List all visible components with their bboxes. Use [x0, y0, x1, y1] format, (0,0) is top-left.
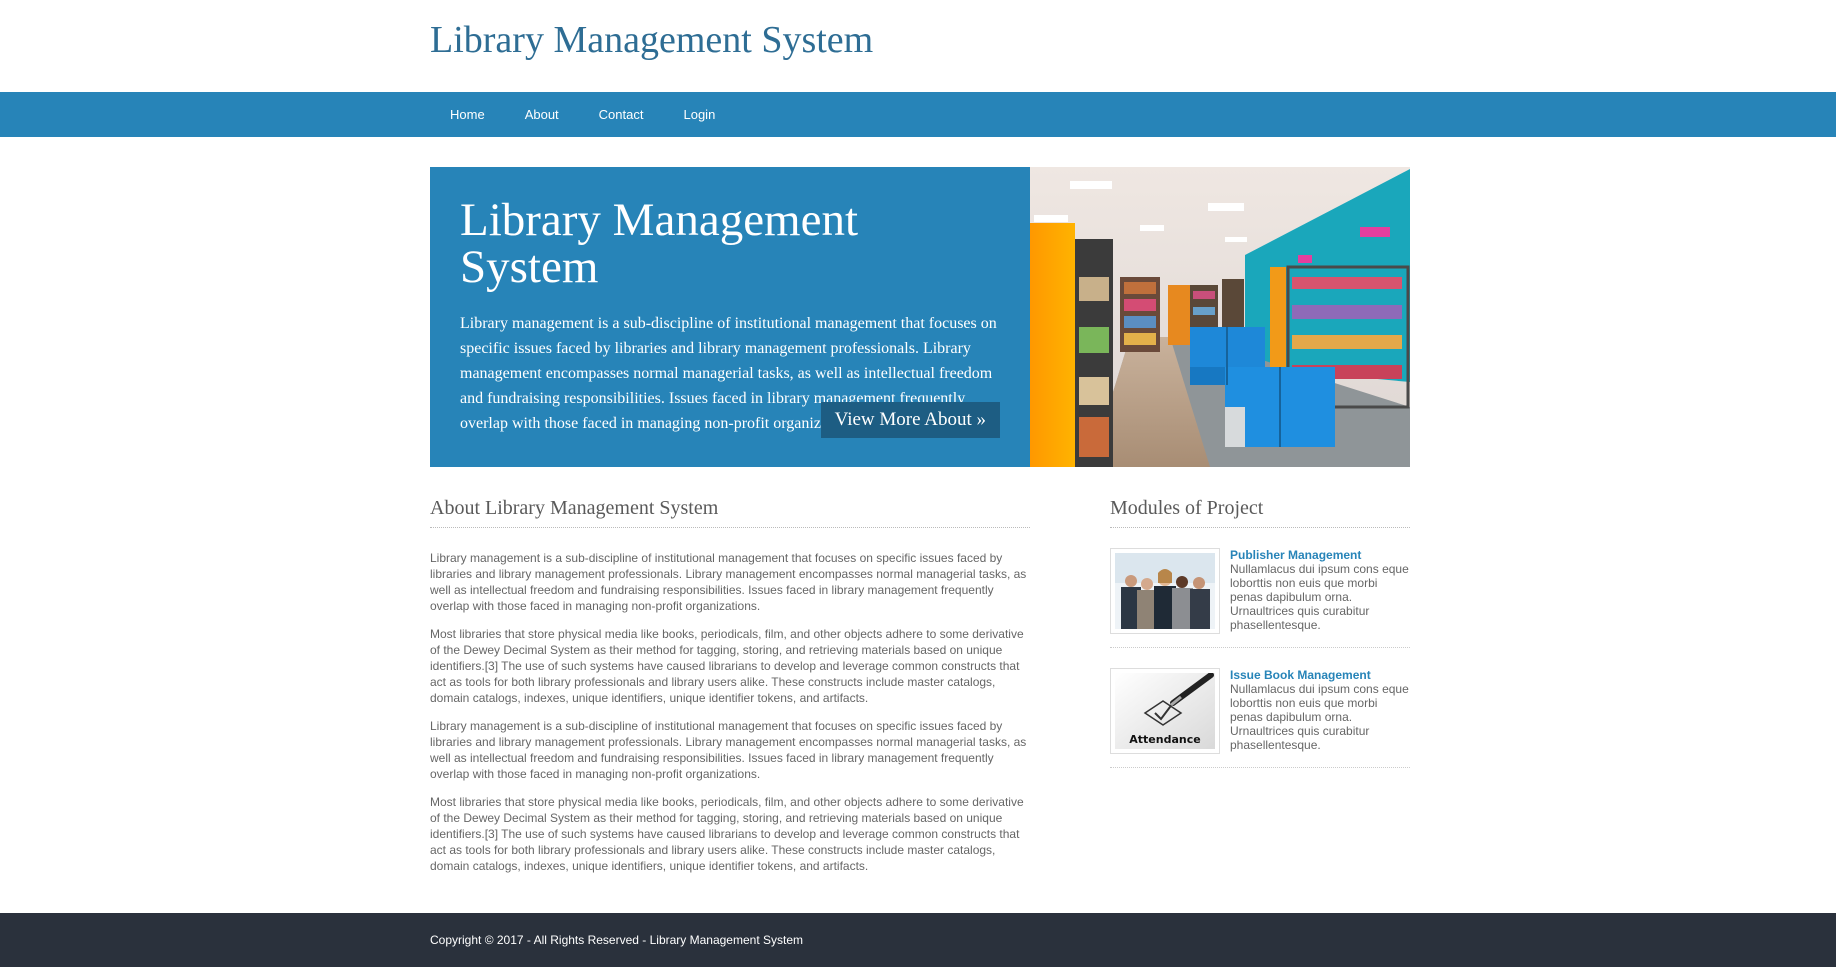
module-title-link[interactable]: Issue Book Management [1230, 668, 1410, 682]
module-description: Nullamlacus dui ipsum cons eque lobortti… [1230, 682, 1409, 752]
site-title[interactable]: Library Management System [430, 0, 1410, 62]
business-team-photo [1115, 553, 1215, 629]
module-thumbnail[interactable]: Attendance [1110, 668, 1220, 754]
nav-contact[interactable]: Contact [579, 107, 664, 122]
view-more-about-button[interactable]: View More About » [820, 402, 1000, 438]
nav-about[interactable]: About [505, 107, 579, 122]
module-thumbnail[interactable] [1110, 548, 1220, 634]
about-paragraph: Most libraries that store physical media… [430, 627, 1024, 705]
module-item: Publisher Management Nullamlacus dui ips… [1110, 528, 1410, 648]
library-photo [1030, 167, 1410, 467]
hero-text-panel: Library Management System Library manage… [430, 167, 1030, 467]
module-description: Nullamlacus dui ipsum cons eque lobortti… [1230, 562, 1409, 632]
about-title: About Library Management System [430, 497, 1030, 528]
hero-banner: Library Management System Library manage… [430, 167, 1410, 467]
attendance-caption: Attendance [1129, 733, 1200, 746]
site-footer: Copyright © 2017 - All Rights Reserved -… [0, 913, 1836, 967]
nav-home[interactable]: Home [430, 107, 505, 122]
about-paragraph: Most libraries that store physical media… [430, 795, 1024, 873]
copyright-text: Copyright © 2017 - All Rights Reserved -… [430, 933, 804, 947]
attendance-checkbox-photo: Attendance [1115, 673, 1215, 749]
about-paragraph: Library management is a sub-discipline o… [430, 551, 1027, 613]
module-title-link[interactable]: Publisher Management [1230, 548, 1410, 562]
about-section: About Library Management System Library … [430, 497, 1030, 874]
site-header: Library Management System [0, 0, 1836, 92]
modules-section: Modules of Project Publisher Management … [1110, 497, 1410, 874]
nav-login[interactable]: Login [663, 107, 735, 122]
hero-title: Library Management System [460, 194, 859, 293]
modules-title: Modules of Project [1110, 497, 1410, 528]
module-item: Attendance Issue Book Management Nullaml… [1110, 648, 1410, 768]
about-paragraph: Library management is a sub-discipline o… [430, 719, 1027, 781]
library-illustration [1030, 167, 1410, 467]
main-nav: Home About Contact Login [0, 92, 1836, 137]
